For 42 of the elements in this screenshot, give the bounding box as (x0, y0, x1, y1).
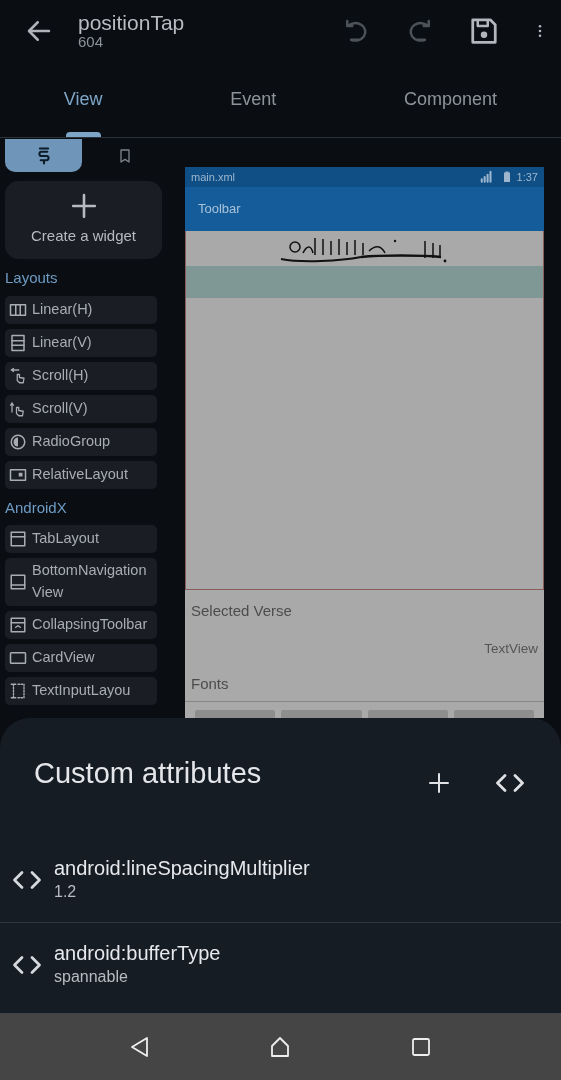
save-button[interactable] (469, 16, 499, 46)
palette-item[interactable]: RelativeLayout (5, 460, 157, 489)
text-view-label: TextView (483, 639, 539, 658)
swipe-icon (9, 366, 27, 385)
tab[interactable]: Event (218, 62, 289, 137)
palette-item[interactable]: Scroll(H) (5, 361, 157, 390)
palette-item[interactable]: Linear(H) (5, 295, 157, 324)
palette-item[interactable]: TextInputLayou (5, 676, 157, 705)
attribute-row[interactable]: android:bufferType spannable (0, 922, 561, 1006)
bottom-bar-icon (9, 572, 27, 591)
toolbar-icon (9, 615, 27, 634)
sheet-title: Custom attributes (33, 756, 263, 791)
plus-icon (70, 192, 97, 219)
palette-item[interactable]: RadioGroup (5, 427, 157, 456)
palette-item[interactable]: CardView (5, 643, 157, 672)
fonts-label: Fonts (191, 674, 229, 692)
tab[interactable]: Component (392, 62, 510, 137)
palette-item[interactable]: BottomNavigationView (5, 558, 157, 606)
palette-tab[interactable] (5, 139, 82, 172)
tab-indicator (65, 132, 101, 137)
create-widget-button[interactable]: Create a widget (5, 181, 162, 259)
section-heading: AndroidX (5, 497, 68, 518)
plus-icon (427, 771, 451, 795)
screen-subtitle: 604 (78, 34, 104, 51)
palette-item[interactable]: CollapsingToolbar (5, 610, 157, 639)
radio-icon (9, 432, 27, 451)
tab-layout-icon (9, 530, 27, 548)
attribute-row[interactable]: android:lineSpacingMultiplier 1.2 (0, 838, 561, 922)
section-heading: Layouts (5, 268, 59, 288)
tab[interactable]: View (51, 62, 115, 137)
clock: 1:37 (516, 169, 538, 185)
screen-title: positionTap (78, 11, 186, 35)
section-label: Selected Verse (190, 601, 293, 621)
save-icon (469, 16, 499, 46)
palette-item[interactable]: Scroll(V) (5, 394, 157, 423)
palette-item[interactable]: Linear(V) (5, 328, 157, 357)
add-button[interactable] (427, 771, 451, 795)
rows-icon (9, 333, 27, 352)
text-input-icon (9, 681, 27, 700)
palette-item[interactable]: TabLayout (5, 525, 157, 553)
file-name: main.xml (191, 169, 236, 185)
toolbar-title: Toolbar (198, 200, 241, 219)
